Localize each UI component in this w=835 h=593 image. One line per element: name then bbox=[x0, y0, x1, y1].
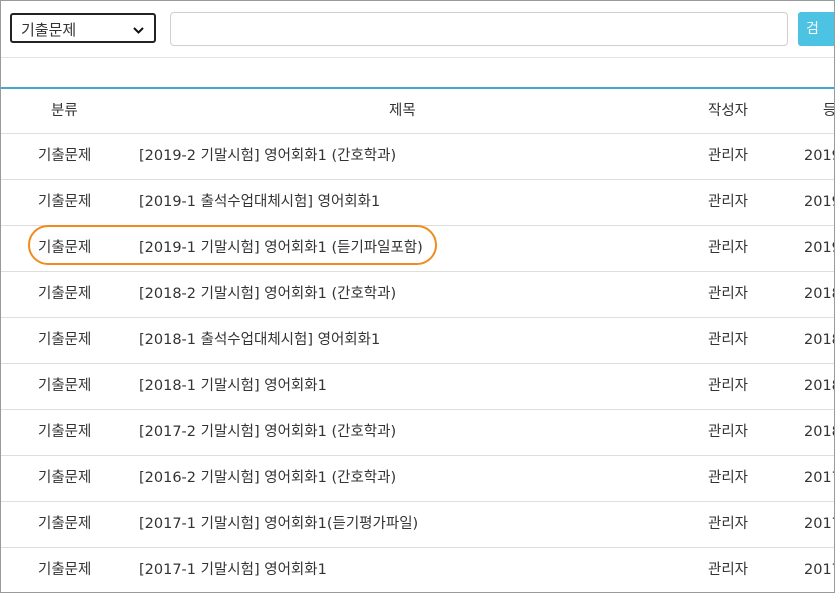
search-input[interactable] bbox=[170, 12, 788, 46]
table-row[interactable]: 기출문제 [2019-1 출석수업대체시험] 영어회화1 관리자 2019 bbox=[1, 180, 834, 226]
row-author: 관리자 bbox=[708, 194, 749, 210]
table-row[interactable]: 기출문제 [2017-1 기말시험] 영어회화1 관리자 2017 bbox=[1, 548, 834, 592]
row-title-link[interactable]: [2019-2 기말시험] 영어회화1 (간호학과) bbox=[139, 134, 396, 178]
row-category: 기출문제 bbox=[38, 424, 92, 440]
table-row[interactable]: 기출문제 [2019-2 기말시험] 영어회화1 (간호학과) 관리자 2019 bbox=[1, 134, 834, 180]
row-category: 기출문제 bbox=[38, 148, 92, 164]
toolbar-divider bbox=[1, 57, 834, 58]
row-author: 관리자 bbox=[708, 424, 749, 440]
header-author: 작성자 bbox=[708, 103, 749, 119]
row-category: 기출문제 bbox=[38, 562, 92, 578]
row-title-link[interactable]: [2019-1 출석수업대체시험] 영어회화1 bbox=[139, 180, 380, 224]
row-author: 관리자 bbox=[708, 332, 749, 348]
board-frame: 기출문제 검 분류 제목 작성자 등 기출문제 [2019-2 기말시험] 영어… bbox=[0, 0, 835, 593]
category-select-value: 기출문제 bbox=[21, 21, 77, 39]
row-date: 2019 bbox=[804, 148, 834, 164]
row-category: 기출문제 bbox=[38, 516, 92, 532]
table-row[interactable]: 기출문제 [2018-2 기말시험] 영어회화1 (간호학과) 관리자 2018 bbox=[1, 272, 834, 318]
row-category: 기출문제 bbox=[38, 286, 92, 302]
table-row[interactable]: 기출문제 [2018-1 기말시험] 영어회화1 관리자 2018 bbox=[1, 364, 834, 410]
search-button[interactable]: 검 bbox=[798, 12, 834, 46]
table-row[interactable]: 기출문제 [2018-1 출석수업대체시험] 영어회화1 관리자 2018 bbox=[1, 318, 834, 364]
row-date: 2018 bbox=[804, 378, 834, 394]
post-table: 분류 제목 작성자 등 기출문제 [2019-2 기말시험] 영어회화1 (간호… bbox=[1, 87, 834, 592]
row-title-link[interactable]: [2019-1 기말시험] 영어회화1 (듣기파일포함) bbox=[139, 226, 423, 270]
row-date: 2017 bbox=[804, 470, 834, 486]
row-author: 관리자 bbox=[708, 378, 749, 394]
header-title: 제목 bbox=[389, 103, 416, 119]
row-author: 관리자 bbox=[708, 470, 749, 486]
row-title-link[interactable]: [2018-1 출석수업대체시험] 영어회화1 bbox=[139, 318, 380, 362]
row-title-link[interactable]: [2018-2 기말시험] 영어회화1 (간호학과) bbox=[139, 272, 396, 316]
table-row[interactable]: 기출문제 [2017-1 기말시험] 영어회화1(듣기평가파일) 관리자 201… bbox=[1, 502, 834, 548]
row-date: 2019 bbox=[804, 194, 834, 210]
row-title-link[interactable]: [2018-1 기말시험] 영어회화1 bbox=[139, 364, 327, 408]
header-category: 분류 bbox=[51, 103, 78, 119]
table-row[interactable]: 기출문제 [2019-1 기말시험] 영어회화1 (듣기파일포함) 관리자 20… bbox=[1, 226, 834, 272]
category-select[interactable]: 기출문제 bbox=[10, 13, 156, 43]
row-date: 2018 bbox=[804, 332, 834, 348]
row-category: 기출문제 bbox=[38, 470, 92, 486]
row-author: 관리자 bbox=[708, 148, 749, 164]
row-author: 관리자 bbox=[708, 516, 749, 532]
row-author: 관리자 bbox=[708, 240, 749, 256]
table-header: 분류 제목 작성자 등 bbox=[1, 89, 834, 134]
row-title-link[interactable]: [2017-1 기말시험] 영어회화1 bbox=[139, 548, 327, 592]
row-date: 2017 bbox=[804, 516, 834, 532]
row-date: 2018 bbox=[804, 424, 834, 440]
search-toolbar: 기출문제 검 bbox=[1, 1, 834, 57]
chevron-down-icon bbox=[133, 15, 144, 57]
row-category: 기출문제 bbox=[38, 194, 92, 210]
row-author: 관리자 bbox=[708, 562, 749, 578]
row-category: 기출문제 bbox=[38, 240, 92, 256]
row-date: 2017 bbox=[804, 562, 834, 578]
table-row[interactable]: 기출문제 [2016-2 기말시험] 영어회화1 (간호학과) 관리자 2017 bbox=[1, 456, 834, 502]
row-title-link[interactable]: [2017-2 기말시험] 영어회화1 (간호학과) bbox=[139, 410, 396, 454]
table-row[interactable]: 기출문제 [2017-2 기말시험] 영어회화1 (간호학과) 관리자 2018 bbox=[1, 410, 834, 456]
row-title-link[interactable]: [2016-2 기말시험] 영어회화1 (간호학과) bbox=[139, 456, 396, 500]
row-category: 기출문제 bbox=[38, 332, 92, 348]
row-date: 2018 bbox=[804, 286, 834, 302]
row-category: 기출문제 bbox=[38, 378, 92, 394]
row-date: 2019 bbox=[804, 240, 834, 256]
header-date: 등 bbox=[823, 89, 834, 133]
row-title-link[interactable]: [2017-1 기말시험] 영어회화1(듣기평가파일) bbox=[139, 502, 418, 546]
row-author: 관리자 bbox=[708, 286, 749, 302]
